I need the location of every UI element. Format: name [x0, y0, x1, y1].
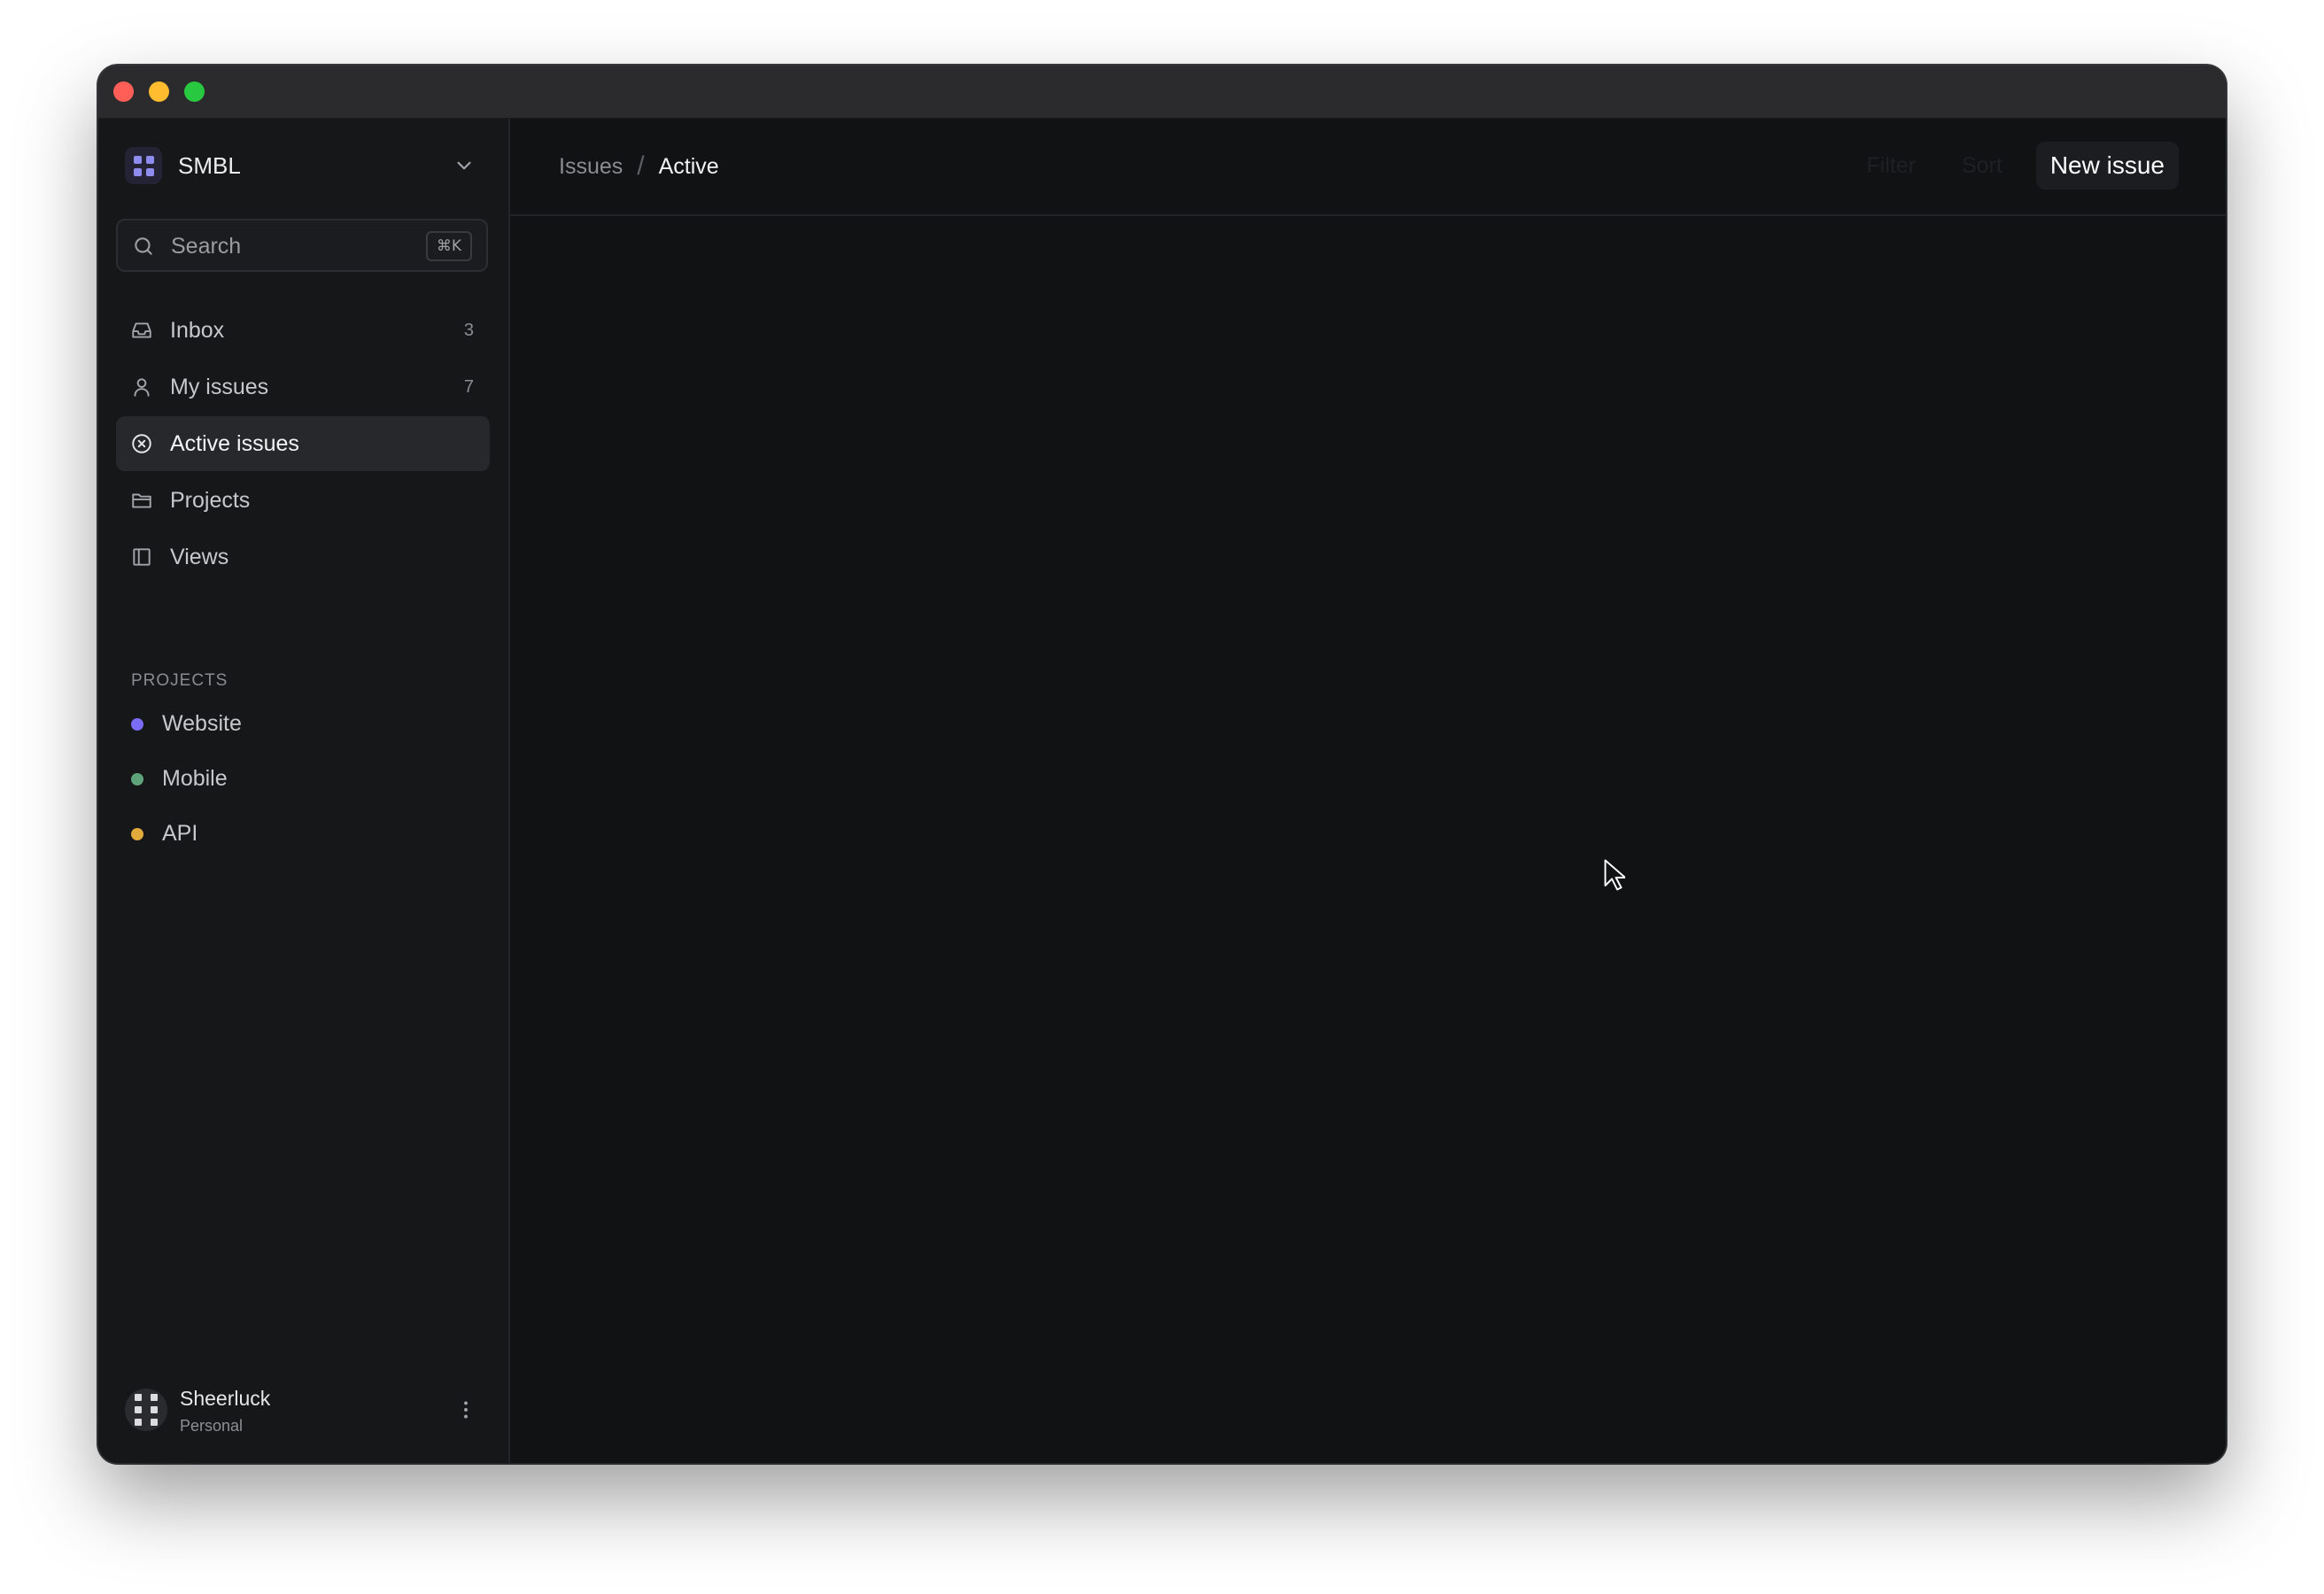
- maximize-window-button[interactable]: [184, 81, 205, 102]
- issues-content-area: [510, 216, 2226, 1463]
- avatar: [125, 1389, 167, 1431]
- grid-icon: [125, 147, 162, 184]
- layout-icon: [133, 548, 151, 566]
- breadcrumb-parent-link[interactable]: Issues: [559, 154, 623, 180]
- search-icon: [135, 237, 152, 255]
- breadcrumb-current: Active: [658, 153, 719, 179]
- user-icon: [134, 378, 150, 397]
- nav-count: 7: [463, 376, 474, 397]
- user-plan: Personal: [180, 1417, 244, 1435]
- inbox-icon: [132, 322, 151, 338]
- breadcrumb-separator: /: [637, 151, 645, 181]
- project-color-dot: [131, 718, 143, 731]
- header-actions: Filter Sort New issue: [1854, 142, 2179, 190]
- mouse-cursor-icon: [1604, 859, 1625, 891]
- sort-button[interactable]: Sort: [1949, 143, 2015, 189]
- projects-list: Website Mobile API: [116, 696, 490, 861]
- user-profile[interactable]: Sheerluck Personal: [125, 1381, 488, 1438]
- new-issue-button[interactable]: New issue: [2035, 142, 2179, 190]
- projects-section-title: PROJECTS: [131, 671, 229, 690]
- main-content: Issues / Active Filter Sort New issue: [510, 119, 2226, 1463]
- user-name: Sheerluck: [180, 1387, 271, 1410]
- chevron-down-icon[interactable]: [453, 154, 476, 177]
- app-window: SMBL ⌘K Inbox 3 My issues 7 Active issue…: [98, 66, 2226, 1463]
- filter-button[interactable]: Filter: [1854, 143, 1928, 189]
- nav-label: Inbox: [170, 317, 225, 343]
- nav-item-inbox[interactable]: Inbox 3: [116, 303, 490, 358]
- main-nav: Inbox 3 My issues 7 Active issues Projec…: [116, 303, 490, 586]
- project-label: Mobile: [162, 765, 228, 791]
- page-header: Issues / Active Filter Sort New issue: [510, 119, 2226, 216]
- workspace-switcher[interactable]: SMBL: [125, 145, 479, 186]
- breadcrumb: Issues / Active: [559, 151, 719, 182]
- nav-item-projects[interactable]: Projects: [116, 473, 490, 528]
- title-bar: [98, 66, 2226, 119]
- nav-item-active-issues[interactable]: Active issues: [116, 416, 490, 471]
- nav-count: 3: [463, 320, 474, 340]
- workspace-name: SMBL: [178, 151, 241, 179]
- search-shortcut-badge: ⌘K: [426, 231, 472, 261]
- more-vertical-icon[interactable]: [454, 1397, 477, 1422]
- project-item-api[interactable]: API: [116, 806, 490, 861]
- nav-label: Projects: [170, 487, 251, 513]
- folder-icon: [132, 493, 151, 508]
- project-item-mobile[interactable]: Mobile: [116, 751, 490, 806]
- circle-x-icon: [132, 434, 151, 453]
- sidebar: SMBL ⌘K Inbox 3 My issues 7 Active issue…: [98, 119, 510, 1463]
- nav-label: Views: [170, 544, 229, 569]
- nav-item-my-issues[interactable]: My issues 7: [116, 360, 490, 414]
- search-box[interactable]: ⌘K: [116, 219, 488, 272]
- minimize-window-button[interactable]: [149, 81, 169, 102]
- project-item-website[interactable]: Website: [116, 696, 490, 751]
- project-label: Website: [162, 710, 242, 736]
- nav-item-views[interactable]: Views: [116, 530, 490, 584]
- search-input[interactable]: [169, 229, 421, 263]
- nav-label: My issues: [170, 374, 269, 399]
- project-label: API: [162, 820, 198, 846]
- close-window-button[interactable]: [113, 81, 134, 102]
- project-color-dot: [131, 773, 143, 785]
- project-color-dot: [131, 828, 143, 840]
- nav-label: Active issues: [170, 430, 299, 456]
